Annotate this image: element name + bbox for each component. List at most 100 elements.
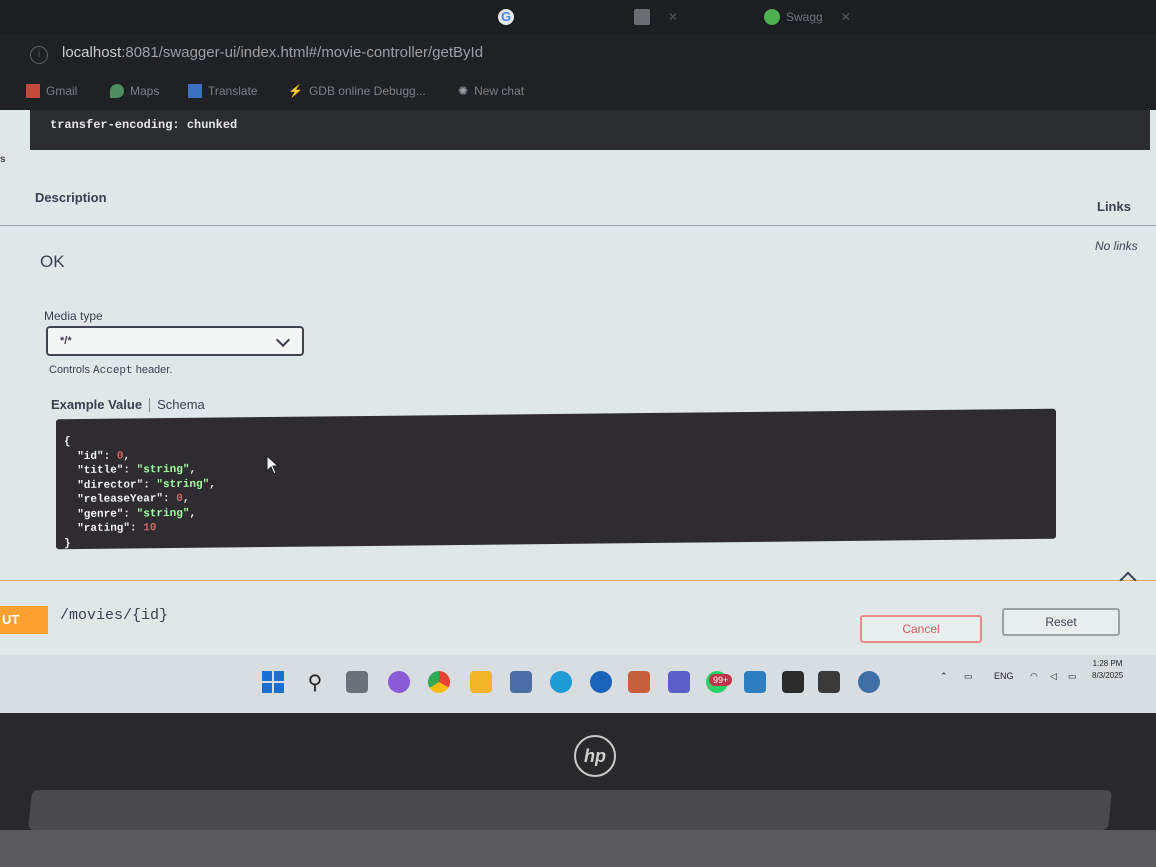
chevron-up-tray-icon[interactable]: ⌃ [940, 671, 948, 682]
json-punct: , [182, 492, 190, 505]
teams-icon [668, 671, 690, 693]
cmd-button[interactable] [816, 669, 842, 695]
task-view-icon [346, 671, 368, 693]
response-status-text: OK [40, 252, 65, 271]
search-button[interactable]: ⚲ [302, 669, 328, 695]
maps-icon [110, 84, 124, 98]
tab-google[interactable]: G [498, 4, 514, 30]
bookmark-label: Gmail [46, 84, 78, 98]
json-key: "director": [64, 478, 157, 492]
operation-divider [0, 580, 1156, 581]
teams-button[interactable] [666, 669, 692, 695]
database-icon [858, 671, 880, 693]
bolt-icon: ⚡ [288, 84, 303, 98]
chrome-icon [428, 671, 450, 693]
json-key: "genre": [64, 507, 137, 521]
json-punct: , [189, 463, 197, 476]
address-bar[interactable]: i localhost:8081/swagger-ui/index.html#/… [0, 34, 1156, 78]
tab-swagger[interactable]: Swagg ✕ [764, 4, 851, 30]
json-brace-close: } [64, 537, 71, 550]
copilot-button[interactable] [386, 669, 412, 695]
terminal-button[interactable] [780, 669, 806, 695]
copilot-icon [388, 671, 410, 693]
calendar-icon [628, 671, 650, 693]
bookmark-label: Maps [130, 84, 160, 98]
close-tab-icon[interactable]: ✕ [841, 10, 851, 24]
search-icon: ⚲ [307, 671, 323, 694]
example-schema-tabs: Example Value Schema [51, 397, 205, 412]
browser-tab-bar: G ✕ Swagg ✕ [0, 0, 1156, 34]
db-app-button[interactable] [856, 669, 882, 695]
task-view-button[interactable] [344, 669, 370, 695]
wifi-icon[interactable]: ◠ [1030, 671, 1038, 682]
reset-button[interactable]: Reset [1002, 608, 1120, 636]
tab-schema[interactable]: Schema [157, 397, 205, 412]
tab-example-value[interactable]: Example Value [51, 397, 142, 412]
json-value: "string" [136, 507, 190, 520]
close-tab-icon[interactable]: ✕ [668, 10, 678, 24]
tab-image[interactable]: ✕ [634, 4, 678, 30]
keyboard-icon[interactable]: ▭ [964, 671, 973, 682]
json-key: "rating": [64, 522, 144, 536]
json-value: 10 [143, 522, 157, 535]
terminal-icon [782, 671, 804, 693]
windows-logo-icon [262, 671, 284, 693]
laptop-hinge [27, 790, 1113, 830]
info-icon[interactable]: i [30, 46, 48, 64]
json-punct: , [209, 478, 216, 491]
store-button[interactable] [508, 669, 534, 695]
volume-icon[interactable]: ◁ [1050, 671, 1057, 682]
controls-prefix: Controls [49, 364, 90, 376]
json-key: "title": [64, 464, 137, 478]
media-type-label: Media type [44, 309, 103, 323]
vscode-button[interactable] [742, 669, 768, 695]
google-icon: G [498, 9, 514, 25]
clock-date: 8/3/2025 [1092, 671, 1124, 680]
calendar-app-button[interactable] [626, 669, 652, 695]
media-type-value: */* [60, 335, 72, 347]
json-value: "string" [136, 463, 190, 477]
hp-app-button[interactable] [588, 669, 614, 695]
bookmarks-bar: Gmail Maps Translate ⚡ GDB online Debugg… [0, 78, 1156, 110]
cut-off-label: s [0, 154, 6, 165]
bookmark-new-chat[interactable]: ✺ New chat [458, 84, 524, 98]
response-headers-box: transfer-encoding: chunked [30, 110, 1150, 150]
bookmark-label: Translate [208, 84, 258, 98]
url-text[interactable]: localhost:8081/swagger-ui/index.html#/mo… [62, 44, 483, 61]
cmd-icon [818, 671, 840, 693]
file-explorer-button[interactable] [468, 669, 494, 695]
cancel-button[interactable]: Cancel [860, 615, 982, 643]
translate-icon [188, 84, 202, 98]
clock-time: 1:28 PM [1092, 659, 1123, 668]
bookmark-translate[interactable]: Translate [188, 84, 258, 98]
tab-separator [149, 397, 151, 412]
http-method-badge: UT [0, 606, 48, 634]
bookmark-gmail[interactable]: Gmail [26, 84, 77, 98]
endpoint-path[interactable]: /movies/{id} [60, 607, 168, 624]
language-indicator[interactable]: ENG [994, 671, 1014, 681]
folder-icon [470, 671, 492, 693]
json-punct: , [189, 507, 197, 520]
laptop-base [0, 830, 1156, 867]
controls-suffix: header. [135, 364, 173, 376]
swagger-page: transfer-encoding: chunked s Description… [0, 110, 1156, 690]
bookmark-gdb[interactable]: ⚡ GDB online Debugg... [288, 84, 426, 98]
bookmark-maps[interactable]: Maps [110, 84, 159, 98]
edge-icon [550, 671, 572, 693]
edge-button[interactable] [548, 669, 574, 695]
example-value-code-block[interactable]: { "id": 0, "title": "string", "director"… [56, 408, 1056, 550]
vscode-icon [744, 671, 766, 693]
response-header-line: transfer-encoding: chunked [50, 118, 238, 132]
gmail-icon [26, 84, 40, 98]
chevron-up-icon[interactable] [1119, 571, 1137, 589]
store-icon [510, 671, 532, 693]
table-divider [0, 225, 1156, 226]
system-clock[interactable]: 1:28 PM 8/3/2025 [1092, 658, 1123, 682]
media-type-select[interactable]: */* [46, 326, 304, 356]
tab-label: Swagg [786, 10, 823, 24]
start-button[interactable] [260, 669, 286, 695]
chrome-button[interactable] [426, 669, 452, 695]
battery-icon[interactable]: ▭ [1068, 671, 1077, 682]
openai-icon: ✺ [458, 84, 469, 98]
col-description: Description [35, 190, 107, 205]
